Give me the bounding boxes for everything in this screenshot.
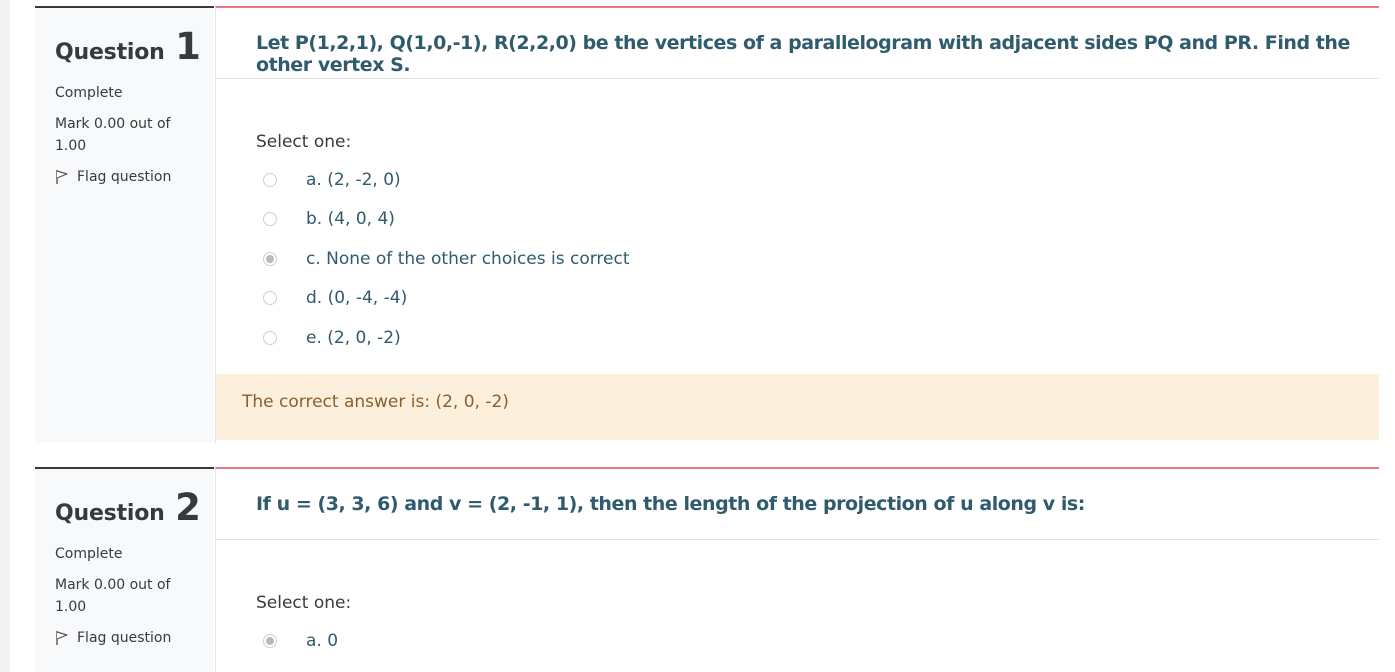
answer-list: a. 0 xyxy=(263,621,1379,661)
question-2: Question 2 Complete Mark 0.00 out of 1.0… xyxy=(35,461,1379,672)
left-gutter xyxy=(0,0,10,672)
radio-button[interactable] xyxy=(263,291,277,306)
answer-option-a[interactable]: a. 0 xyxy=(263,621,1379,661)
question-content: If u = (3, 3, 6) and v = (2, -1, 1), the… xyxy=(215,467,1379,672)
question-content: Let P(1,2,1), Q(1,0,-1), R(2,2,0) be the… xyxy=(215,6,1379,443)
flag-question-button[interactable]: Flag question xyxy=(55,630,214,646)
answer-option-b[interactable]: b. (4, 0, 4) xyxy=(263,200,1379,240)
flag-question-label: Flag question xyxy=(77,630,172,646)
question-number-heading: Question 1 xyxy=(55,28,214,65)
correct-answer-feedback: The correct answer is: (2, 0, -2) xyxy=(216,374,1379,440)
question-1: Question 1 Complete Mark 0.00 out of 1.0… xyxy=(35,0,1379,443)
answer-option-d[interactable]: d. (0, -4, -4) xyxy=(263,279,1379,319)
answer-option-a[interactable]: a. (2, -2, 0) xyxy=(263,160,1379,200)
flag-icon xyxy=(56,170,68,184)
question-info: Question 2 Complete Mark 0.00 out of 1.0… xyxy=(35,467,214,672)
question-number-heading: Question 2 xyxy=(55,489,214,526)
answer-list: a. (2, -2, 0) b. (4, 0, 4) c. None of th… xyxy=(263,160,1379,358)
quiz-review-page: Question 1 Complete Mark 0.00 out of 1.0… xyxy=(0,0,1395,672)
flag-question-button[interactable]: Flag question xyxy=(55,169,214,185)
answer-label: c. None of the other choices is correct xyxy=(306,248,630,269)
question-info: Question 1 Complete Mark 0.00 out of 1.0… xyxy=(35,6,214,443)
question-grade: Mark 0.00 out of 1.00 xyxy=(55,116,171,154)
radio-button[interactable] xyxy=(263,172,277,187)
answer-prompt: Select one: xyxy=(256,593,352,613)
question-label: Question xyxy=(55,40,165,65)
answer-label: a. (2, -2, 0) xyxy=(306,169,401,190)
question-text: Let P(1,2,1), Q(1,0,-1), R(2,2,0) be the… xyxy=(216,8,1379,79)
answer-label: e. (2, 0, -2) xyxy=(306,327,401,348)
answer-label: b. (4, 0, 4) xyxy=(306,209,395,230)
flag-question-label: Flag question xyxy=(77,169,172,185)
answer-label: d. (0, -4, -4) xyxy=(306,288,408,309)
question-label: Question xyxy=(55,501,165,526)
question-state: Complete xyxy=(55,85,123,101)
answer-option-e[interactable]: e. (2, 0, -2) xyxy=(263,318,1379,358)
answer-label: a. 0 xyxy=(306,630,339,651)
question-number: 2 xyxy=(175,486,201,529)
question-text: If u = (3, 3, 6) and v = (2, -1, 1), the… xyxy=(216,469,1379,540)
flag-icon xyxy=(56,631,68,645)
radio-button-selected[interactable] xyxy=(263,251,277,266)
question-state: Complete xyxy=(55,546,123,562)
answer-option-c[interactable]: c. None of the other choices is correct xyxy=(263,239,1379,279)
radio-button-selected[interactable] xyxy=(263,633,277,648)
question-number: 1 xyxy=(175,25,201,68)
question-grade: Mark 0.00 out of 1.00 xyxy=(55,577,171,615)
radio-button[interactable] xyxy=(263,212,277,227)
radio-button[interactable] xyxy=(263,330,277,345)
answer-prompt: Select one: xyxy=(256,132,352,152)
